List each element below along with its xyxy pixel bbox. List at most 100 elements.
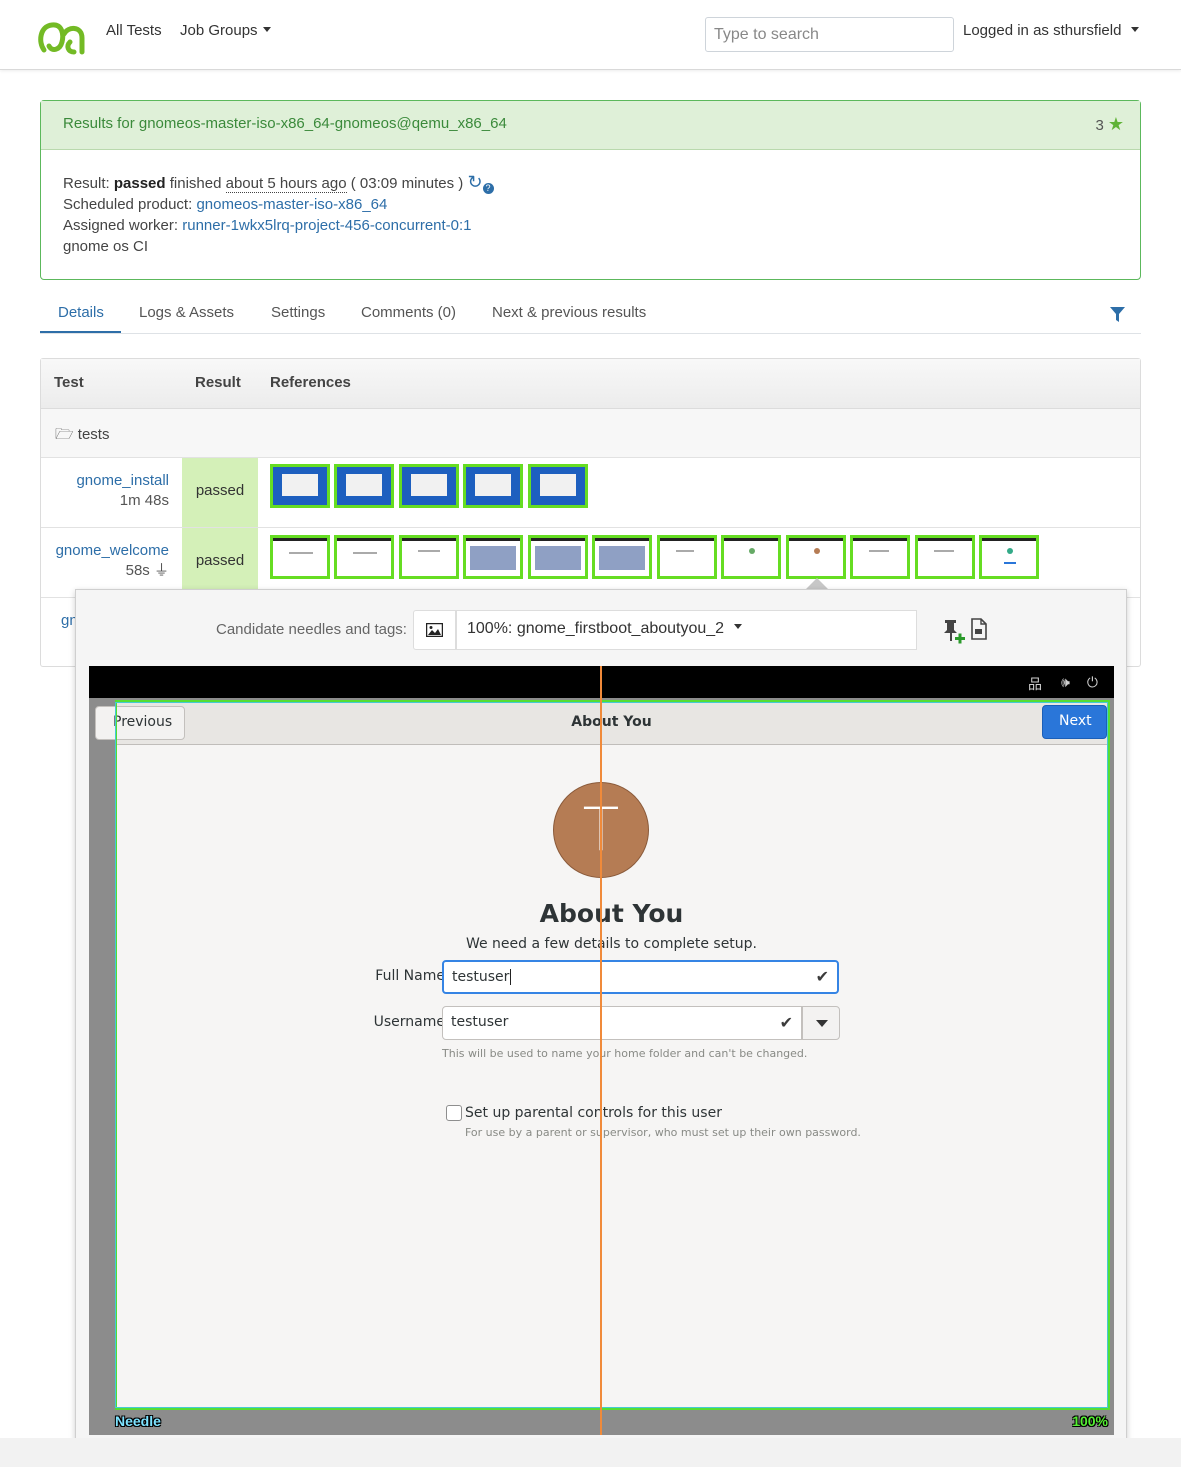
- nav-all-tests[interactable]: All Tests: [106, 22, 162, 39]
- parental-controls-label: Set up parental controls for this user: [465, 1105, 722, 1121]
- parental-controls-checkbox[interactable]: [446, 1105, 462, 1121]
- screenshot-thumbnail[interactable]: [334, 464, 394, 508]
- screenshot-thumbnail[interactable]: [399, 464, 459, 508]
- thumb-line: [934, 550, 954, 552]
- product-link[interactable]: gnomeos-master-iso-x86_64: [196, 196, 387, 213]
- worker-line: Assigned worker: runner-1wkx5lrq-project…: [63, 215, 1118, 236]
- folder-label: 🗁 tests: [55, 424, 109, 449]
- nav-job-groups[interactable]: Job Groups: [180, 22, 271, 39]
- chevron-down-icon: [1131, 26, 1140, 32]
- screenshot-thumbnail[interactable]: [463, 464, 523, 508]
- create-needle-icon[interactable]: [942, 618, 966, 646]
- worker-link[interactable]: runner-1wkx5lrq-project-456-concurrent-0…: [182, 217, 471, 234]
- screenshot-thumbnail[interactable]: [270, 535, 330, 579]
- parental-controls-hint: For use by a parent or supervisor, who m…: [465, 1126, 861, 1139]
- screenshot-thumbnail[interactable]: [399, 535, 459, 579]
- document-icon[interactable]: [970, 618, 988, 640]
- candidate-label: Candidate needles and tags:: [216, 621, 407, 638]
- chevron-down-icon: [816, 1020, 828, 1027]
- tab-comments[interactable]: Comments (0): [361, 304, 456, 321]
- search-input[interactable]: [705, 17, 954, 52]
- username-field[interactable]: testuser ✔: [442, 1006, 802, 1040]
- star-icon[interactable]: ★: [1108, 114, 1124, 134]
- checkmark-icon: ✔: [779, 1013, 793, 1032]
- result-card-body: Result: passed finished about 5 hours ag…: [41, 150, 1140, 279]
- selected-thumbnail-pointer: [806, 578, 828, 589]
- thumb-topbar: [402, 538, 456, 541]
- openqa-logo[interactable]: [38, 20, 88, 56]
- favorite-count[interactable]: 3 ★: [1096, 114, 1124, 135]
- thumb-line: [418, 550, 440, 552]
- next-button[interactable]: Next: [1042, 705, 1107, 739]
- page-title: About You: [539, 899, 684, 928]
- thumb-window: [411, 474, 447, 496]
- screenshot-thumbnail[interactable]: [528, 464, 588, 508]
- window-headerbar: Previous About You Next: [95, 702, 1108, 745]
- thumb-dot: [749, 548, 755, 554]
- thumb-line: [353, 552, 377, 554]
- checkmark-icon: ✔: [815, 967, 829, 986]
- network-icon: 品: [1028, 676, 1042, 692]
- result-cell: passed: [182, 458, 258, 527]
- test-duration: 1m 48s: [119, 492, 169, 509]
- thumb-topbar: [466, 538, 520, 541]
- result-value: passed: [113, 175, 166, 192]
- page-footer: [0, 1438, 1181, 1467]
- folder-row: 🗁 tests: [41, 409, 1140, 458]
- full-name-label: Full Name: [375, 968, 445, 984]
- user-label: Logged in as sthursfield: [963, 22, 1122, 39]
- screenshot-thumbnail[interactable]: [463, 535, 523, 579]
- result-label: Result:: [63, 175, 110, 192]
- finished-text: finished: [169, 175, 222, 192]
- tab-logs-assets[interactable]: Logs & Assets: [139, 304, 234, 321]
- username-label: Username: [373, 1014, 445, 1030]
- help-icon[interactable]: ?: [482, 183, 494, 194]
- screenshot-thumbnail[interactable]: [979, 535, 1039, 579]
- screenshot-thumbnail[interactable]: [721, 535, 781, 579]
- screenshot-thumbnail[interactable]: [270, 464, 330, 508]
- job-note: gnome os CI: [63, 238, 149, 255]
- table-row: gnome_welcome 58s ⏚ passed: [41, 528, 1140, 598]
- screenshot-thumbnail[interactable]: [592, 535, 652, 579]
- screenshot-thumbnail[interactable]: [915, 535, 975, 579]
- star-count: 3: [1095, 117, 1104, 134]
- table-row: gnome_install 1m 48s passed: [41, 458, 1140, 528]
- thumb-map: [535, 546, 581, 570]
- test-duration: 58s: [125, 562, 150, 579]
- active-tab-indicator: [40, 331, 121, 333]
- thumb-map: [470, 546, 516, 570]
- tab-settings[interactable]: Settings: [271, 304, 325, 321]
- user-menu[interactable]: Logged in as sthursfield: [963, 22, 1140, 39]
- screenshot-thumbnail[interactable]: [334, 535, 394, 579]
- username-value: testuser: [451, 1014, 509, 1030]
- thumb-dot: [814, 548, 820, 554]
- screenshot-thumbnail[interactable]: [850, 535, 910, 579]
- tab-details[interactable]: Details: [58, 304, 104, 321]
- full-name-field[interactable]: testuser ✔: [442, 960, 839, 994]
- test-link[interactable]: gnome_welcome: [56, 542, 169, 559]
- screenshot-thumbnail[interactable]: [657, 535, 717, 579]
- folder-name: tests: [77, 426, 110, 443]
- chevron-down-icon: [734, 624, 743, 630]
- thumb-line: [289, 552, 313, 554]
- thumb-topbar: [789, 538, 843, 541]
- thumb-topbar: [853, 538, 907, 541]
- worker-label: Assigned worker:: [63, 217, 179, 234]
- thumb-line: [676, 550, 694, 552]
- result-cell: passed: [182, 528, 258, 597]
- restart-icon[interactable]: ↻: [467, 172, 482, 192]
- image-toggle-button[interactable]: [413, 610, 456, 650]
- filter-icon[interactable]: [1110, 307, 1125, 323]
- thumb-topbar: [982, 538, 1036, 541]
- image-icon: [426, 623, 443, 637]
- comparison-slider[interactable]: [600, 666, 602, 1435]
- screenshot-thumbnail[interactable]: [786, 535, 846, 579]
- username-dropdown-button[interactable]: [802, 1006, 840, 1040]
- tab-next-previous[interactable]: Next & previous results: [492, 304, 646, 321]
- needle-preview-panel: Candidate needles and tags: 100%: gnome_…: [75, 589, 1127, 1455]
- needle-select[interactable]: 100%: gnome_firstboot_aboutyou_2: [456, 610, 917, 650]
- test-link[interactable]: gnome_install: [76, 472, 169, 489]
- screenshot-thumbnail[interactable]: [528, 535, 588, 579]
- username-hint: This will be used to name your home fold…: [442, 1047, 808, 1060]
- page-subtitle: We need a few details to complete setup.: [465, 936, 758, 952]
